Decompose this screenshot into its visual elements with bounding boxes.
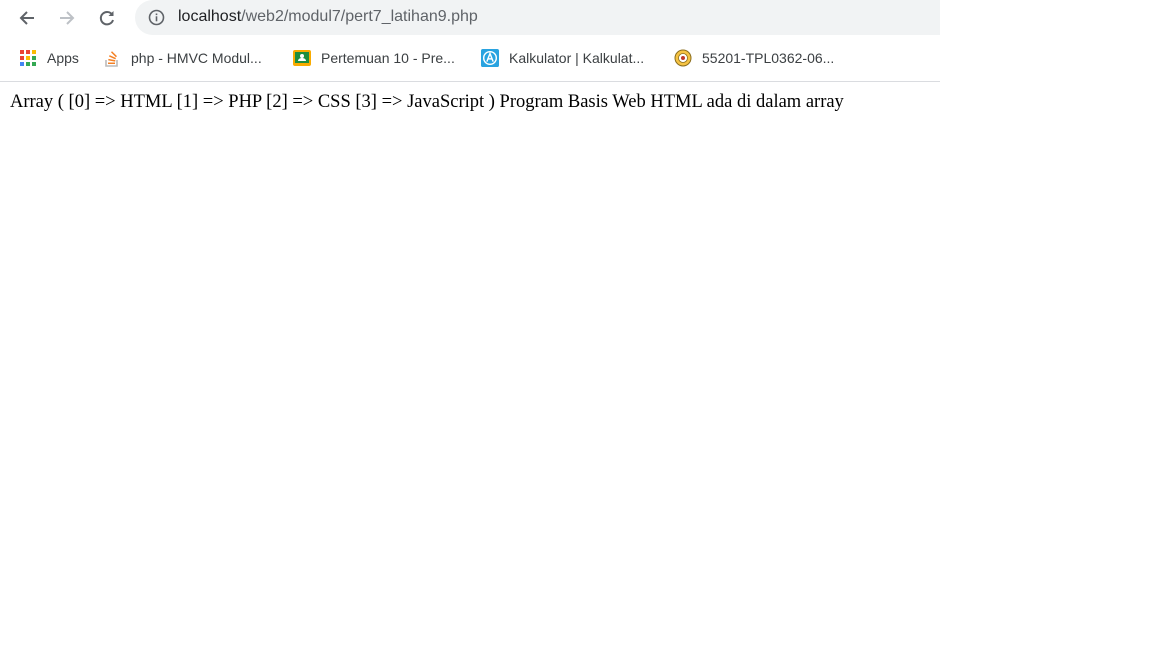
bookmark-kalkulator[interactable]: Kalkulator | Kalkulat... [481,48,644,68]
url-host: localhost [178,8,242,25]
bookmark-label: Apps [47,50,79,66]
bookmark-label: 55201-TPL0362-06... [702,50,835,66]
back-button[interactable] [13,4,41,32]
kalkulator-icon [481,49,499,67]
apps-grid-icon [19,49,37,67]
reload-button[interactable] [93,4,121,32]
bookmark-php-hmvc[interactable]: php - HMVC Modul... [103,48,262,68]
arrow-right-icon [57,8,77,28]
browser-chrome: localhost/web2/modul7/pert7_latihan9.php… [0,0,940,82]
bookmark-label: php - HMVC Modul... [131,50,262,66]
address-bar[interactable]: localhost/web2/modul7/pert7_latihan9.php [135,0,940,35]
bookmark-apps[interactable]: Apps [19,48,79,68]
bookmark-label: Kalkulator | Kalkulat... [509,50,645,66]
bookmark-pertemuan-10[interactable]: Pertemuan 10 - Pre... [293,48,455,68]
bookmark-55201[interactable]: 55201-TPL0362-06... [674,48,834,68]
url-path: /web2/modul7/pert7_latihan9.php [241,8,478,25]
stackoverflow-icon [103,49,121,67]
university-icon [674,49,692,67]
browser-toolbar: localhost/web2/modul7/pert7_latihan9.php [0,0,940,36]
bookmark-label: Pertemuan 10 - Pre... [321,50,455,66]
info-icon[interactable] [148,9,165,26]
classroom-icon [293,49,311,67]
reload-icon [97,8,117,28]
arrow-left-icon [17,8,37,28]
php-output-text: Array ( [0] => HTML [1] => PHP [2] => CS… [10,92,844,112]
bookmarks-bar: Apps php - HMVC Modul... Pertemuan 10 - … [0,44,940,72]
url-text[interactable]: localhost/web2/modul7/pert7_latihan9.php [178,8,478,26]
forward-button[interactable] [53,4,81,32]
